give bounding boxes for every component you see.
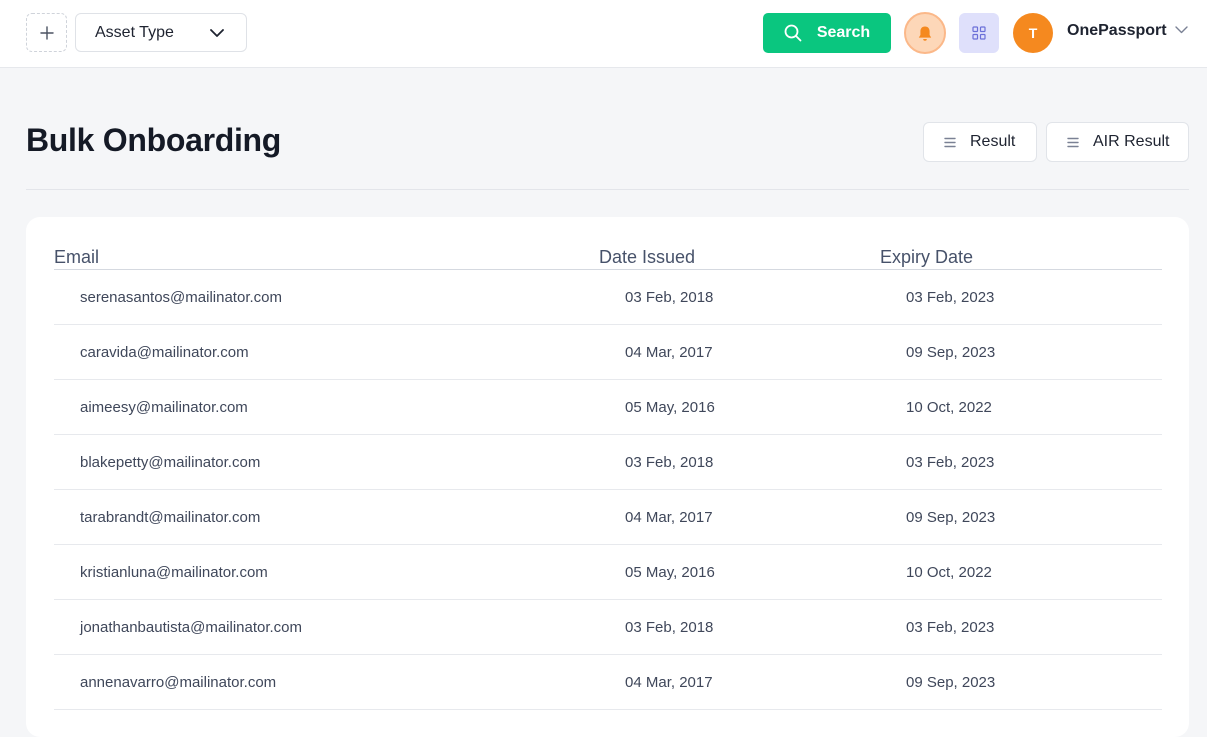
search-button-label: Search [816, 24, 871, 41]
cell-email: caravida@mailinator.com [80, 344, 249, 361]
asset-type-label: Asset Type [95, 23, 174, 41]
cell-email: jonathanbautista@mailinator.com [80, 619, 303, 636]
title-divider [26, 189, 1189, 190]
cell-expiry-date: 09 Sep, 2023 [906, 674, 996, 691]
result-button[interactable]: Result [923, 122, 1037, 162]
column-header-email[interactable]: Email [54, 247, 99, 268]
table-row[interactable]: caravida@mailinator.com 04 Mar, 2017 09 … [54, 325, 1162, 380]
cell-expiry-date: 03 Feb, 2023 [906, 619, 995, 636]
search-button[interactable]: Search [763, 13, 891, 53]
cell-date-issued: 03 Feb, 2018 [625, 289, 714, 306]
cell-expiry-date: 03 Feb, 2023 [906, 454, 995, 471]
table-row[interactable]: jonathanbautista@mailinator.com 03 Feb, … [54, 600, 1162, 655]
menu-lines-icon [944, 137, 956, 147]
chevron-down-icon [210, 28, 224, 37]
top-bar: Asset Type Search T OnePassport [0, 0, 1207, 68]
bell-icon [918, 26, 932, 41]
notifications-button[interactable] [904, 12, 946, 54]
page-title: Bulk Onboarding [26, 122, 282, 158]
account-chevron-down-icon[interactable] [1175, 26, 1188, 34]
cell-email: blakepetty@mailinator.com [80, 454, 261, 471]
column-header-date-issued[interactable]: Date Issued [599, 247, 695, 268]
cell-email: serenasantos@mailinator.com [80, 289, 282, 306]
asset-type-select[interactable]: Asset Type [75, 13, 247, 52]
plus-icon [39, 25, 54, 40]
table-row[interactable]: aimeesy@mailinator.com 05 May, 2016 10 O… [54, 380, 1162, 435]
cell-date-issued: 04 Mar, 2017 [625, 509, 713, 526]
cell-date-issued: 04 Mar, 2017 [625, 674, 713, 691]
cell-email: kristianluna@mailinator.com [80, 564, 268, 581]
column-header-expiry-date[interactable]: Expiry Date [880, 247, 973, 268]
apps-button[interactable] [959, 13, 999, 53]
air-result-button-label: AIR Result [1093, 133, 1170, 150]
table-row[interactable]: kristianluna@mailinator.com 05 May, 2016… [54, 545, 1162, 600]
table-row[interactable]: tarabrandt@mailinator.com 04 Mar, 2017 0… [54, 490, 1162, 545]
cell-date-issued: 05 May, 2016 [625, 564, 715, 581]
table-row[interactable]: blakepetty@mailinator.com 03 Feb, 2018 0… [54, 435, 1162, 490]
table-row[interactable]: serenasantos@mailinator.com 03 Feb, 2018… [54, 270, 1162, 325]
cell-email: tarabrandt@mailinator.com [80, 509, 261, 526]
cell-date-issued: 03 Feb, 2018 [625, 454, 714, 471]
air-result-button[interactable]: AIR Result [1046, 122, 1189, 162]
cell-expiry-date: 09 Sep, 2023 [906, 344, 996, 361]
onboarding-table-card: Email Date Issued Expiry Date serenasant… [26, 217, 1189, 737]
cell-email: annenavarro@mailinator.com [80, 674, 277, 691]
search-icon [784, 24, 802, 42]
cell-expiry-date: 10 Oct, 2022 [906, 399, 992, 416]
avatar-initial: T [1028, 25, 1038, 41]
table-row[interactable]: annenavarro@mailinator.com 04 Mar, 2017 … [54, 655, 1162, 710]
cell-expiry-date: 10 Oct, 2022 [906, 564, 992, 581]
cell-expiry-date: 03 Feb, 2023 [906, 289, 995, 306]
menu-lines-icon [1067, 137, 1079, 147]
add-button[interactable] [26, 13, 67, 52]
avatar[interactable]: T [1013, 13, 1053, 53]
result-button-label: Result [970, 133, 1016, 150]
table-header: Email Date Issued Expiry Date [54, 247, 1162, 270]
cell-date-issued: 04 Mar, 2017 [625, 344, 713, 361]
account-name[interactable]: OnePassport [1067, 22, 1167, 40]
cell-email: aimeesy@mailinator.com [80, 399, 248, 416]
cell-expiry-date: 09 Sep, 2023 [906, 509, 996, 526]
cell-date-issued: 03 Feb, 2018 [625, 619, 714, 636]
grid-icon [972, 26, 986, 40]
cell-date-issued: 05 May, 2016 [625, 399, 715, 416]
